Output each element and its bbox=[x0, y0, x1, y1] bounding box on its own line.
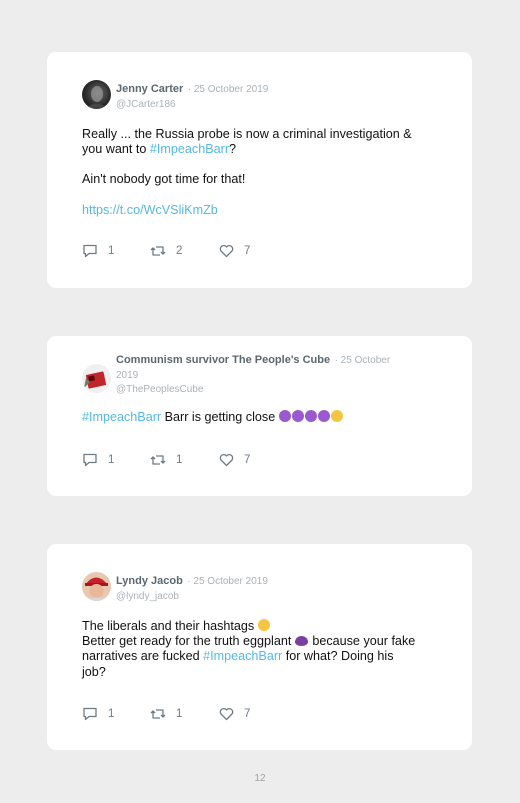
devil-emoji bbox=[304, 410, 317, 422]
retweet-count: 1 bbox=[176, 454, 183, 466]
reply-icon bbox=[83, 453, 97, 467]
tweet-paragraph: Ain't nobody got time for that! bbox=[82, 172, 246, 187]
reply-button[interactable]: 1 bbox=[82, 243, 114, 259]
reply-icon bbox=[83, 707, 97, 721]
tweet-header: Jenny Carter · 25 October 2019 @JCarter1… bbox=[116, 82, 432, 111]
hashtag-link[interactable]: #ImpeachBarr bbox=[150, 142, 229, 156]
reply-button[interactable]: 1 bbox=[82, 706, 114, 722]
retweet-icon bbox=[150, 246, 166, 256]
tweet-text: #ImpeachBarr Barr is getting close bbox=[82, 410, 436, 425]
author-handle[interactable]: @lyndy_jacob bbox=[116, 591, 179, 602]
retweet-icon bbox=[150, 709, 166, 719]
grin-emoji bbox=[330, 410, 343, 422]
retweet-button[interactable]: 1 bbox=[150, 452, 182, 468]
tweet-line: Really ... the Russia probe is now a cri… bbox=[82, 127, 412, 141]
avatar[interactable] bbox=[82, 364, 111, 393]
tweet-line: because your fake bbox=[308, 634, 416, 649]
devil-emoji bbox=[278, 410, 291, 422]
avatar[interactable] bbox=[82, 572, 111, 601]
like-button[interactable]: 7 bbox=[219, 243, 250, 259]
reply-button[interactable]: 1 bbox=[82, 452, 114, 468]
heart-icon bbox=[219, 453, 234, 467]
retweet-icon bbox=[150, 455, 166, 465]
tweet-card: Jenny Carter · 25 October 2019 @JCarter1… bbox=[47, 52, 472, 288]
heart-icon bbox=[219, 707, 234, 721]
retweet-count: 2 bbox=[176, 245, 183, 257]
reply-count: 1 bbox=[108, 454, 115, 466]
author-handle[interactable]: @ThePeoplesCube bbox=[116, 384, 203, 395]
tweet-date[interactable]: · 25 October 2019 bbox=[188, 84, 269, 95]
tweet-line: Better get ready for the truth eggplant bbox=[82, 634, 295, 649]
laughing-emoji bbox=[257, 619, 270, 631]
hashtag-link[interactable]: #ImpeachBarr bbox=[82, 410, 161, 424]
heart-icon bbox=[219, 244, 234, 258]
tweet-text: Really ... the Russia probe is now a cri… bbox=[82, 127, 436, 218]
like-count: 7 bbox=[244, 454, 251, 466]
reply-count: 1 bbox=[108, 708, 115, 720]
devil-emoji bbox=[291, 410, 304, 422]
like-button[interactable]: 7 bbox=[219, 706, 250, 722]
devil-emoji bbox=[317, 410, 330, 422]
retweet-count: 1 bbox=[176, 708, 183, 720]
tweet-header: Lyndy Jacob · 25 October 2019 @lyndy_jac… bbox=[116, 574, 432, 603]
tweet-date[interactable]: · 25 October bbox=[335, 355, 391, 366]
tweet-line: you want to bbox=[82, 142, 150, 157]
tweet-header: Communism survivor The People's Cube · 2… bbox=[116, 353, 432, 397]
like-count: 7 bbox=[244, 245, 251, 257]
author-name[interactable]: Lyndy Jacob bbox=[116, 575, 183, 587]
tweet-card: Lyndy Jacob · 25 October 2019 @lyndy_jac… bbox=[47, 544, 472, 750]
hashtag-link[interactable]: #ImpeachBarr bbox=[203, 649, 282, 663]
reply-icon bbox=[83, 244, 97, 258]
tweet-line: job? bbox=[82, 664, 106, 679]
tweet-line: for what? Doing his bbox=[282, 649, 394, 664]
reply-count: 1 bbox=[108, 245, 115, 257]
tweet-card: Communism survivor The People's Cube · 2… bbox=[47, 336, 472, 496]
tweet-line: The liberals and their hashtags bbox=[82, 619, 258, 633]
avatar[interactable] bbox=[82, 80, 111, 109]
tweet-date-year[interactable]: 2019 bbox=[116, 370, 138, 381]
tweet-line: ? bbox=[229, 142, 237, 157]
tweet-url-link[interactable]: https://t.co/WcVSliKmZb bbox=[82, 203, 218, 217]
eggplant-emoji bbox=[294, 636, 308, 647]
retweet-button[interactable]: 2 bbox=[150, 243, 182, 259]
author-handle[interactable]: @JCarter186 bbox=[116, 99, 176, 110]
tweet-date[interactable]: · 25 October 2019 bbox=[187, 576, 268, 587]
page-number: 12 bbox=[254, 773, 266, 784]
author-name[interactable]: Communism survivor The People's Cube bbox=[116, 354, 330, 366]
retweet-button[interactable]: 1 bbox=[150, 706, 182, 722]
tweet-line: narratives are fucked bbox=[82, 649, 204, 664]
like-button[interactable]: 7 bbox=[219, 452, 250, 468]
author-name[interactable]: Jenny Carter bbox=[116, 83, 183, 95]
like-count: 7 bbox=[244, 708, 251, 720]
tweet-line: Barr is getting close bbox=[161, 410, 279, 424]
tweet-text: The liberals and their hashtags Better g… bbox=[82, 619, 436, 680]
